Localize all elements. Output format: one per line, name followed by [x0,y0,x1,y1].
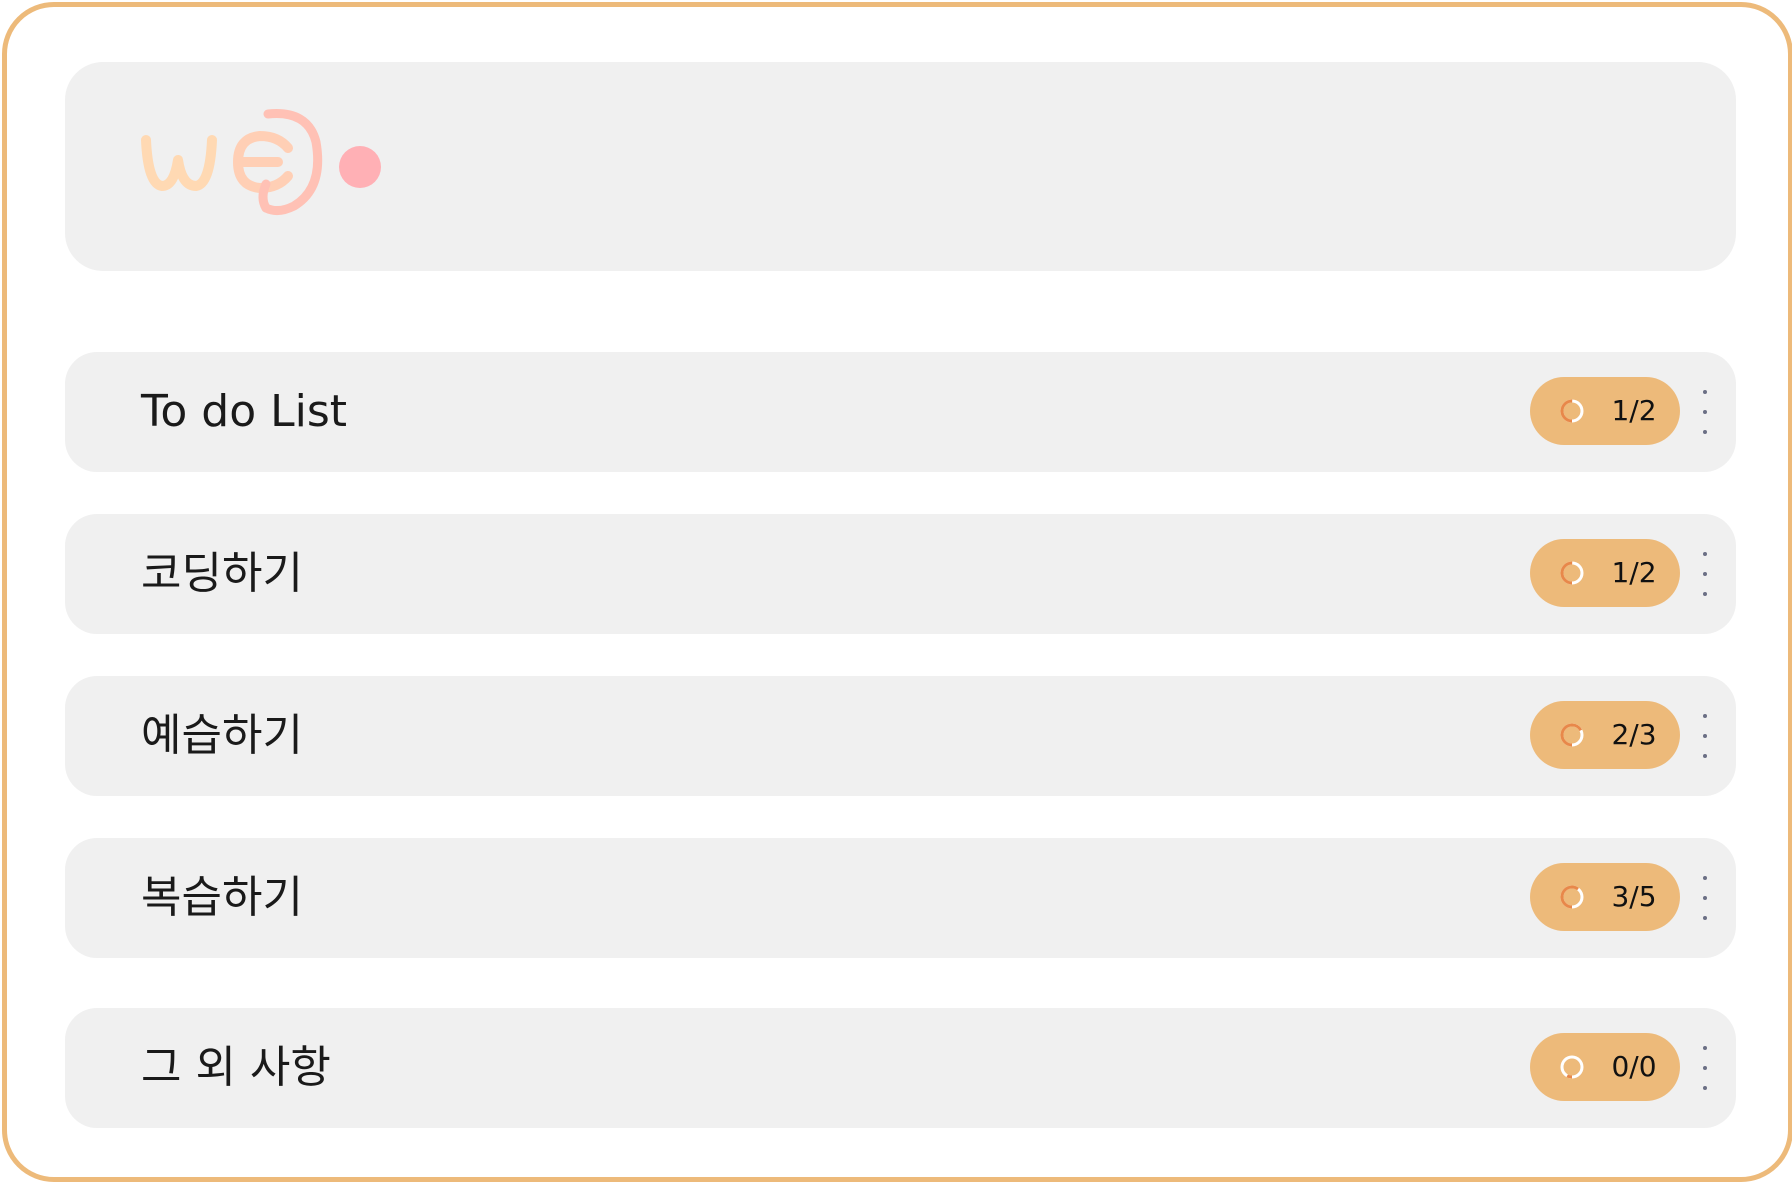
logo-icon [141,109,381,216]
more-vertical-icon[interactable] [1698,552,1712,596]
more-vertical-icon[interactable] [1698,714,1712,758]
progress-count: 0/0 [1611,1050,1657,1083]
more-vertical-icon[interactable] [1698,1046,1712,1090]
more-dot [1703,754,1707,758]
more-dot [1703,1086,1707,1090]
more-dot [1703,1066,1707,1070]
category-row[interactable]: 복습하기 3/5 [65,838,1736,958]
progress-ring-icon [1560,399,1584,423]
category-title: 예습하기 [141,710,303,761]
progress-count: 2/3 [1611,718,1657,751]
more-dot [1703,410,1707,414]
more-dot [1703,572,1707,576]
category-row[interactable]: 그 외 사항 0/0 [65,1008,1736,1128]
category-row[interactable]: 예습하기 2/3 [65,676,1736,796]
progress-badge: 1/2 [1530,377,1680,445]
more-vertical-icon[interactable] [1698,390,1712,434]
more-dot [1703,734,1707,738]
progress-ring-icon [1560,1055,1584,1079]
progress-badge: 2/3 [1530,701,1680,769]
progress-ring-icon [1560,723,1584,747]
progress-badge: 1/2 [1530,539,1680,607]
more-dot [1703,430,1707,434]
progress-badge: 0/0 [1530,1033,1680,1101]
more-dot [1703,876,1707,880]
more-dot [1703,552,1707,556]
more-dot [1703,592,1707,596]
category-title: 복습하기 [141,872,303,923]
progress-count: 1/2 [1611,556,1657,589]
more-dot [1703,916,1707,920]
progress-badge: 3/5 [1530,863,1680,931]
progress-count: 3/5 [1611,880,1657,913]
progress-ring-icon [1560,885,1584,909]
more-vertical-icon[interactable] [1698,876,1712,920]
category-row[interactable]: 코딩하기 1/2 [65,514,1736,634]
more-dot [1703,1046,1707,1050]
progress-count: 1/2 [1611,394,1657,427]
category-title: To do List [141,386,348,437]
category-title: 코딩하기 [141,548,303,599]
progress-ring-icon [1560,561,1584,585]
more-dot [1703,390,1707,394]
more-dot [1703,714,1707,718]
category-title: 그 외 사항 [141,1042,331,1093]
more-dot [1703,896,1707,900]
category-row[interactable]: To do List 1/2 [65,352,1736,472]
